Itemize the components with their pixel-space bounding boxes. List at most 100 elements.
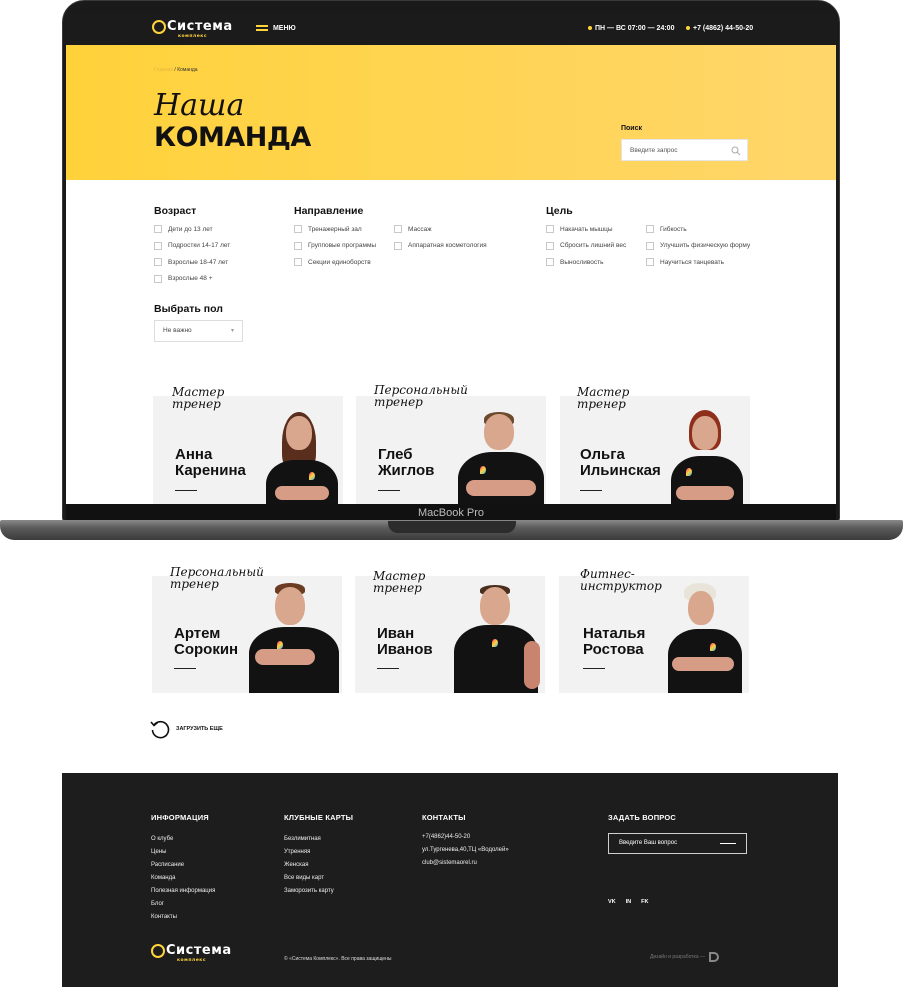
breadcrumb-home[interactable]: Главная xyxy=(154,67,173,73)
trainer-name: Наталья Ростова xyxy=(583,625,646,658)
search-icon xyxy=(731,146,741,156)
footer-link[interactable]: Блог xyxy=(151,898,215,911)
phone-dot-icon xyxy=(686,26,690,31)
facebook-link[interactable]: FK xyxy=(641,899,648,905)
page: Система комплекс МЕНЮ ПН — ВС 07:00 — 24… xyxy=(0,0,903,987)
checkbox-fitness[interactable]: Улучшить физическую форму xyxy=(646,241,750,250)
site-footer: ИНФОРМАЦИЯ О клубе Цены Расписание Коман… xyxy=(62,773,838,987)
developer-logo-icon xyxy=(709,952,720,962)
arrow-icon[interactable] xyxy=(174,668,196,669)
trainer-role: Мастер тренер xyxy=(172,385,225,411)
footer-link[interactable]: Полезная информация xyxy=(151,885,215,898)
question-input[interactable]: Введите Ваш вопрос xyxy=(608,833,747,854)
footer-info-links: О клубе Цены Расписание Команда Полезная… xyxy=(151,833,215,924)
footer-link[interactable]: Утренняя xyxy=(284,846,334,859)
arrow-icon[interactable] xyxy=(377,668,399,669)
gender-select[interactable]: Не важно ▾ xyxy=(154,320,243,342)
checkbox-cosmetology[interactable]: Аппаратная косметология xyxy=(394,241,487,250)
load-more-button[interactable]: ЗАГРУЗИТЬ ЕЩЕ xyxy=(150,719,223,739)
search-input[interactable]: Введите запрос xyxy=(621,139,748,161)
footer-phone[interactable]: +7(4862)44-50-20 xyxy=(422,831,509,844)
checkbox-age-48plus[interactable]: Взрослые 48 + xyxy=(154,274,230,283)
logo-subtext: комплекс xyxy=(177,958,207,963)
hamburger-icon xyxy=(256,25,268,32)
hours-text: ПН — ВС 07:00 — 24:00 xyxy=(595,25,675,32)
trainer-name: Анна Каренина xyxy=(175,446,246,479)
arrow-icon[interactable] xyxy=(175,490,197,491)
trainer-role: Мастер тренер xyxy=(577,385,630,411)
filter-direction-title: Направление xyxy=(294,205,364,217)
footer-info-title: ИНФОРМАЦИЯ xyxy=(151,813,209,822)
checkbox-age-teens[interactable]: Подростки 14-17 лет xyxy=(154,241,230,250)
trainer-name: Ольга Ильинская xyxy=(580,446,661,479)
footer-logo[interactable]: Система комплекс xyxy=(151,943,232,963)
checkbox-endurance[interactable]: Выносливость xyxy=(546,258,626,266)
filter-goal-col2: Гибкость Улучшить физическую форму Научи… xyxy=(646,225,750,266)
logo-ring-icon xyxy=(152,19,166,34)
arrow-icon[interactable] xyxy=(580,490,602,491)
footer-ask-title: ЗАДАТЬ ВОПРОС xyxy=(608,813,677,822)
checkbox-age-kids[interactable]: Дети до 13 лет xyxy=(154,225,230,233)
footer-link[interactable]: Женская xyxy=(284,859,334,872)
footer-email[interactable]: club@sistemaorel.ru xyxy=(422,857,509,870)
chevron-down-icon: ▾ xyxy=(230,328,234,334)
header-phone[interactable]: +7 (4862) 44-50-20 xyxy=(686,25,753,32)
clock-dot-icon xyxy=(588,26,592,31)
trainer-role: Мастер тренер xyxy=(373,569,426,595)
trainer-photo xyxy=(664,581,749,693)
credit-text: Дизайн и разработка — xyxy=(650,954,706,960)
filter-age-list: Дети до 13 лет Подростки 14-17 лет Взрос… xyxy=(154,225,230,283)
trainer-name: Иван Иванов xyxy=(377,625,433,658)
checkbox-build-muscle[interactable]: Накачать мышцы xyxy=(546,225,626,233)
checkbox-lose-weight[interactable]: Сбросить лишний вес xyxy=(546,241,626,250)
footer-link[interactable]: Расписание xyxy=(151,859,215,872)
checkbox-age-adults[interactable]: Взрослые 18-47 лет xyxy=(154,258,230,266)
breadcrumb-separator: / xyxy=(174,67,176,73)
footer-link[interactable]: Цены xyxy=(151,846,215,859)
page-title-script: Наша xyxy=(154,88,245,123)
breadcrumb-current: Команда xyxy=(177,67,198,73)
filter-age-title: Возраст xyxy=(154,205,197,217)
laptop-screen: Система комплекс МЕНЮ ПН — ВС 07:00 — 24… xyxy=(66,14,836,504)
footer-address: ул.Тургенева,40,ТЦ «Водолей» xyxy=(422,847,509,853)
footer-cards-title: КЛУБНЫЕ КАРТЫ xyxy=(284,813,354,822)
trainer-role: Персональный тренер xyxy=(170,565,264,591)
trainer-photo xyxy=(261,406,343,504)
instagram-link[interactable]: IN xyxy=(626,899,632,905)
device-label: MacBook Pro xyxy=(417,507,485,519)
checkbox-martial-arts[interactable]: Секции единоборств xyxy=(294,258,376,266)
footer-link[interactable]: Контакты xyxy=(151,911,215,924)
footer-link[interactable]: О клубе xyxy=(151,833,215,846)
vk-link[interactable]: VK xyxy=(608,899,616,905)
checkbox-flexibility[interactable]: Гибкость xyxy=(646,225,750,233)
developer-credit[interactable]: Дизайн и разработка — xyxy=(650,952,720,962)
arrow-right-icon[interactable] xyxy=(720,843,736,844)
trainer-name: Артем Сорокин xyxy=(174,625,239,658)
footer-link[interactable]: Все виды карт xyxy=(284,872,334,885)
footer-cards-links: Безлимитная Утренняя Женская Все виды ка… xyxy=(284,833,334,898)
logo-ring-icon xyxy=(151,943,165,958)
logo-text: Система xyxy=(167,19,233,34)
checkbox-gym[interactable]: Тренажерный зал xyxy=(294,225,376,233)
footer-contacts-title: КОНТАКТЫ xyxy=(422,813,466,822)
refresh-icon xyxy=(150,720,170,739)
working-hours: ПН — ВС 07:00 — 24:00 xyxy=(588,25,674,32)
trainer-photo xyxy=(456,406,546,504)
load-more-label: ЗАГРУЗИТЬ ЕЩЕ xyxy=(176,726,223,732)
checkbox-massage[interactable]: Массаж xyxy=(394,225,487,233)
menu-button[interactable]: МЕНЮ xyxy=(256,25,296,32)
trainer-role: Фитнес-инструктор xyxy=(580,567,662,593)
laptop-notch xyxy=(388,521,516,533)
search-label: Поиск xyxy=(621,125,643,132)
arrow-icon[interactable] xyxy=(378,490,400,491)
footer-link[interactable]: Команда xyxy=(151,872,215,885)
footer-link[interactable]: Безлимитная xyxy=(284,833,334,846)
gender-filter-title: Выбрать пол xyxy=(154,303,223,315)
checkbox-group-programs[interactable]: Групповые программы xyxy=(294,241,376,250)
checkbox-dance[interactable]: Научиться танцевать xyxy=(646,258,750,266)
gender-selected-value: Не важно xyxy=(163,327,192,334)
logo[interactable]: Система комплекс xyxy=(152,19,233,39)
footer-link[interactable]: Заморозить карту xyxy=(284,885,334,898)
arrow-icon[interactable] xyxy=(583,668,605,669)
social-links: VK IN FK xyxy=(608,899,648,905)
